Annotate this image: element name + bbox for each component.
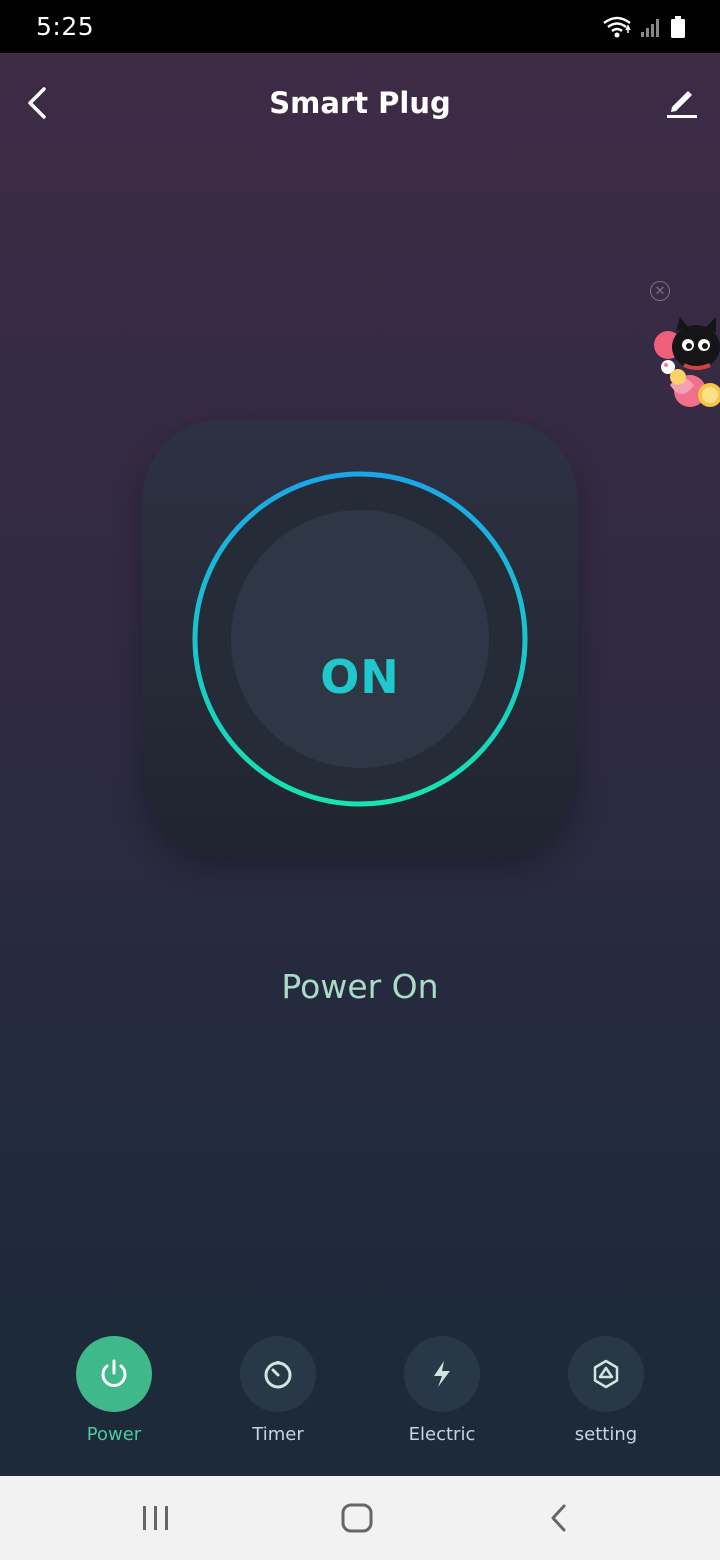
nav-timer-label: Timer xyxy=(252,1424,304,1445)
nav-power-label: Power xyxy=(86,1424,142,1445)
recent-apps-button[interactable] xyxy=(136,1500,176,1536)
status-time: 5:25 xyxy=(36,12,95,41)
nav-setting-label: setting xyxy=(574,1424,638,1445)
power-toggle-button[interactable]: ON xyxy=(191,470,529,808)
nav-power-circle[interactable] xyxy=(76,1336,152,1412)
pencil-icon xyxy=(667,91,697,118)
nav-power[interactable]: Power xyxy=(49,1336,179,1456)
power-button-label: ON xyxy=(320,650,400,704)
lightning-icon xyxy=(434,1361,450,1387)
wifi-icon xyxy=(603,16,631,38)
signal-icon xyxy=(641,19,659,37)
nav-timer[interactable]: Timer xyxy=(213,1336,343,1456)
edit-button[interactable] xyxy=(664,83,700,119)
status-icons xyxy=(602,14,686,40)
home-button[interactable] xyxy=(337,1500,377,1536)
nav-electric[interactable]: Electric xyxy=(377,1336,507,1456)
hexagon-settings-icon xyxy=(593,1359,619,1389)
cat-sticker-image[interactable] xyxy=(648,305,720,410)
floating-promo[interactable]: ✕ xyxy=(648,275,720,410)
status-bar: 5:25 xyxy=(0,0,720,53)
power-status-text: Power On xyxy=(281,967,439,1006)
power-icon xyxy=(101,1359,127,1387)
power-ring xyxy=(192,471,528,807)
battery-icon xyxy=(671,16,685,38)
close-circle-icon[interactable]: ✕ xyxy=(650,281,670,301)
app-screen: Smart Plug ✕ ON Power On Power Timer Ele… xyxy=(0,53,720,1476)
header: Smart Plug xyxy=(0,53,720,153)
back-icon xyxy=(551,1504,566,1532)
home-icon xyxy=(341,1503,373,1533)
timer-icon xyxy=(264,1361,292,1389)
recent-apps-icon xyxy=(143,1506,168,1530)
page-title: Smart Plug xyxy=(269,86,451,120)
nav-electric-label: Electric xyxy=(408,1424,476,1445)
nav-setting-circle[interactable] xyxy=(568,1336,644,1412)
nav-setting[interactable]: setting xyxy=(541,1336,671,1456)
plug-control-panel: ON xyxy=(142,420,578,856)
nav-timer-circle[interactable] xyxy=(240,1336,316,1412)
nav-electric-circle[interactable] xyxy=(404,1336,480,1412)
back-nav-button[interactable] xyxy=(540,1500,580,1536)
bottom-nav: Power Timer Electric setting xyxy=(0,1303,720,1476)
system-nav-bar xyxy=(0,1476,720,1560)
